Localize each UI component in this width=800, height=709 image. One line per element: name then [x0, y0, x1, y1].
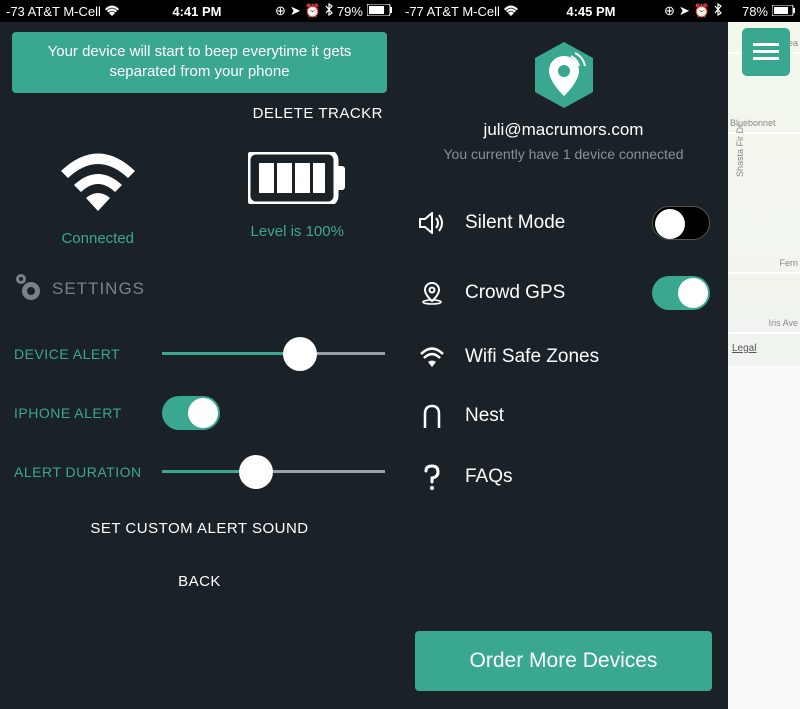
- device-alert-row: DEVICE ALERT: [0, 324, 399, 384]
- gear-icon: [14, 273, 44, 306]
- nest-icon: [417, 404, 447, 428]
- iphone-alert-row: IPHONE ALERT: [0, 384, 399, 442]
- hamburger-menu-button[interactable]: [742, 28, 790, 76]
- account-menu-screen: -77 AT&T M-Cell 4:45 PM ⊕ ➤ ⏰: [399, 0, 800, 709]
- wifi-icon: [53, 146, 143, 216]
- alert-duration-slider[interactable]: [162, 454, 385, 490]
- wifi-icon: [105, 4, 119, 19]
- lock-icon: ⊕: [664, 3, 675, 19]
- map-panel[interactable]: 78% Azalea Bluebonnet Shasta Fir Dr Fern…: [728, 0, 800, 709]
- map-street-label: Iris Ave: [769, 318, 798, 328]
- settings-title: SETTINGS: [52, 279, 145, 299]
- iphone-alert-toggle[interactable]: [162, 396, 220, 430]
- user-email: juli@macrumors.com: [399, 120, 728, 146]
- signal-text: -73 AT&T M-Cell: [6, 4, 101, 19]
- battery-icon: [248, 152, 346, 209]
- menu-wifi-safe-zones[interactable]: Wifi Safe Zones: [399, 328, 728, 386]
- menu-label: Wifi Safe Zones: [465, 346, 710, 368]
- menu-label: Crowd GPS: [465, 282, 634, 304]
- settings-screen: -73 AT&T M-Cell 4:41 PM ⊕ ➤ ⏰ 79% Your d…: [0, 0, 399, 709]
- device-alert-slider[interactable]: [162, 336, 385, 372]
- trackr-logo-icon: [535, 42, 593, 108]
- settings-header: SETTINGS: [0, 273, 399, 324]
- location-icon: ➤: [679, 3, 690, 19]
- map-legal-link[interactable]: Legal: [732, 343, 756, 354]
- separation-alert-banner: Your device will start to beep everytime…: [12, 32, 387, 93]
- battery-percent: 79%: [337, 4, 363, 19]
- time-text: 4:41 PM: [172, 4, 221, 19]
- status-bar-right-edge: 78%: [728, 0, 800, 22]
- battery-icon: [367, 4, 393, 19]
- wifi-icon: [417, 347, 447, 367]
- wifi-status-label: Connected: [61, 230, 134, 247]
- hamburger-icon: [753, 43, 779, 61]
- status-bar: -73 AT&T M-Cell 4:41 PM ⊕ ➤ ⏰ 79%: [0, 0, 399, 22]
- device-alert-label: DEVICE ALERT: [14, 346, 144, 362]
- menu-crowd-gps[interactable]: Crowd GPS: [399, 258, 728, 328]
- question-icon: [417, 464, 447, 490]
- back-button[interactable]: BACK: [0, 555, 399, 608]
- iphone-alert-label: IPHONE ALERT: [14, 405, 144, 421]
- speaker-icon: [417, 212, 447, 234]
- menu-label: Silent Mode: [465, 212, 634, 234]
- lock-icon: ⊕: [275, 3, 286, 19]
- wifi-status: Connected: [53, 146, 143, 247]
- battery-percent: 78%: [742, 4, 768, 19]
- set-custom-alert-sound-button[interactable]: SET CUSTOM ALERT SOUND: [0, 502, 399, 555]
- battery-status-label: Level is 100%: [251, 223, 344, 240]
- wifi-icon: [504, 4, 518, 19]
- alert-duration-row: ALERT DURATION: [0, 442, 399, 502]
- location-icon: ➤: [290, 3, 301, 19]
- silent-mode-toggle[interactable]: [652, 206, 710, 240]
- device-status-row: Connected Level is 100%: [0, 136, 399, 273]
- delete-trackr-button[interactable]: DELETE TRACKR: [0, 101, 399, 136]
- time-text: 4:45 PM: [566, 4, 615, 19]
- pin-icon: [417, 281, 447, 305]
- battery-icon: [772, 4, 796, 19]
- device-count-text: You currently have 1 device connected: [399, 146, 728, 188]
- bluetooth-icon: [325, 3, 333, 19]
- bluetooth-icon: [714, 3, 722, 19]
- alarm-icon: ⏰: [694, 3, 710, 19]
- crowd-gps-toggle[interactable]: [652, 276, 710, 310]
- menu-faqs[interactable]: FAQs: [399, 446, 728, 508]
- map-street-label: Shasta Fir Dr: [735, 124, 745, 177]
- alarm-icon: ⏰: [305, 3, 321, 19]
- order-more-devices-button[interactable]: Order More Devices: [415, 631, 712, 691]
- status-bar: -77 AT&T M-Cell 4:45 PM ⊕ ➤ ⏰: [399, 0, 728, 22]
- menu-nest[interactable]: Nest: [399, 386, 728, 446]
- menu-label: FAQs: [465, 466, 710, 488]
- logo: [399, 22, 728, 120]
- battery-status: Level is 100%: [248, 152, 346, 240]
- alert-duration-label: ALERT DURATION: [14, 464, 144, 480]
- menu-label: Nest: [465, 405, 710, 427]
- menu-silent-mode[interactable]: Silent Mode: [399, 188, 728, 258]
- menu-panel: -77 AT&T M-Cell 4:45 PM ⊕ ➤ ⏰: [399, 0, 728, 709]
- signal-text: -77 AT&T M-Cell: [405, 4, 500, 19]
- map-street-label: Fern: [779, 258, 798, 268]
